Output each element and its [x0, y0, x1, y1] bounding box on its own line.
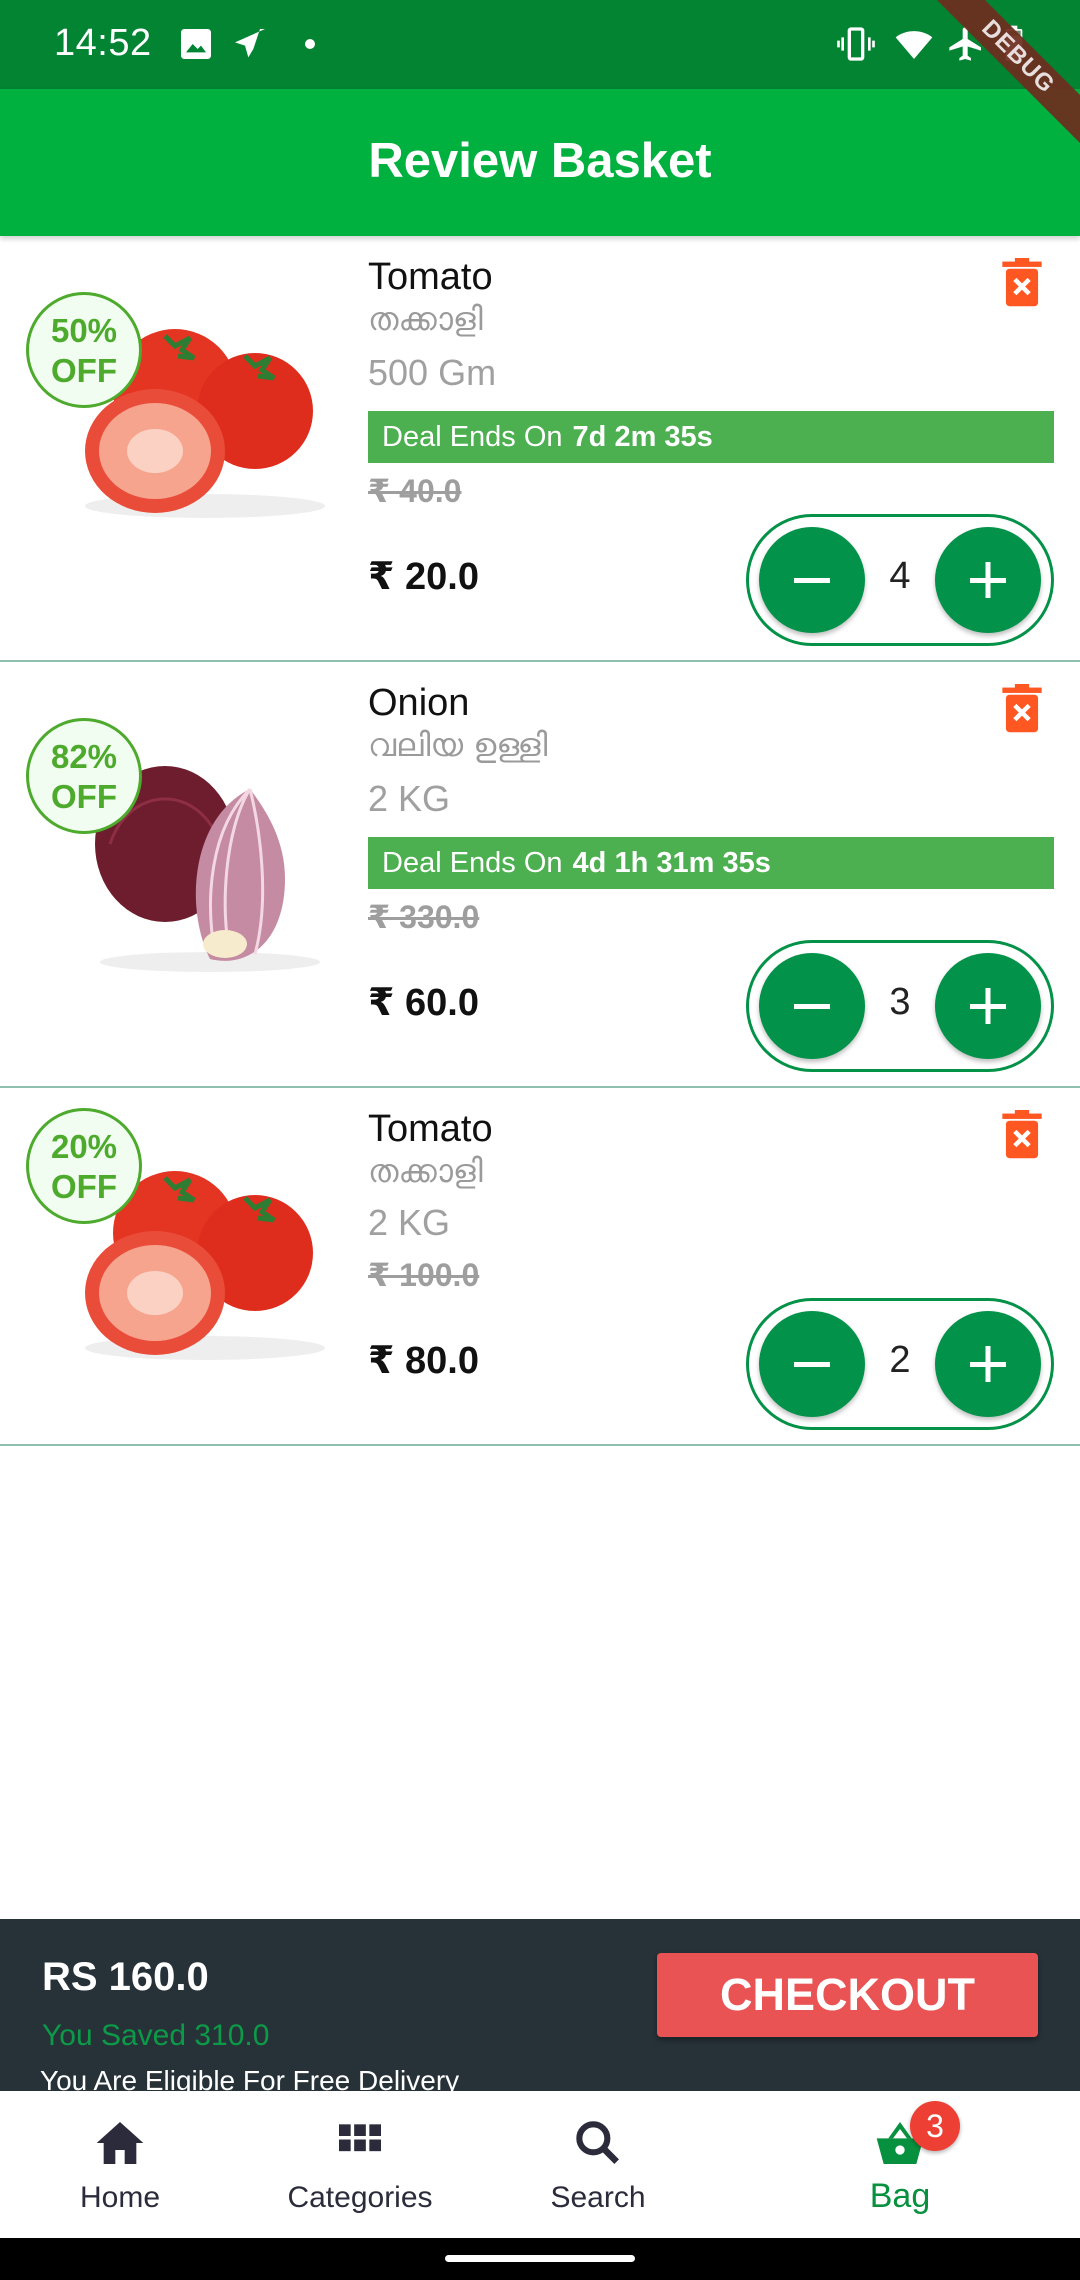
telegram-icon: [235, 29, 265, 58]
item-unit: 500 Gm: [368, 352, 497, 393]
nav-label: Categories: [287, 2181, 433, 2214]
increase-button[interactable]: [935, 527, 1041, 633]
nav-item-categories[interactable]: Categories: [270, 2091, 450, 2238]
deal-timer: Deal Ends On 7d 2m 35s: [368, 411, 1054, 463]
discount-badge: 82% OFF: [26, 718, 142, 834]
increase-button[interactable]: [935, 953, 1041, 1059]
total-amount: RS 160.0: [42, 1955, 209, 1999]
nav-label: Search: [550, 2181, 646, 2214]
item-name: Onion: [368, 682, 470, 724]
order-summary: RS 160.0 You Saved 310.0 You Are Eligibl…: [0, 1919, 1080, 2096]
original-price: ₹ 100.0: [368, 1257, 480, 1293]
search-icon: [576, 2121, 619, 2164]
savings-text: You Saved 310.0: [42, 2019, 270, 2052]
quantity-stepper: 4: [746, 514, 1054, 646]
increase-button[interactable]: [935, 1311, 1041, 1417]
nav-item-bag[interactable]: Bag 3: [840, 2091, 960, 2238]
wifi-icon: [895, 31, 933, 59]
item-local-name: തക്കാളി: [368, 1152, 483, 1190]
cart-count-badge: 3: [910, 2101, 960, 2151]
item-unit: 2 KG: [368, 1202, 451, 1243]
image-icon: [181, 29, 211, 59]
item-price: ₹ 60.0: [368, 982, 479, 1024]
item-local-name: തക്കാളി: [368, 300, 483, 338]
system-navigation-bar: [0, 2238, 1080, 2280]
cart-item: 82% OFF Onion വലിയ ഉള്ളി 2 KG Deal Ends …: [0, 662, 1080, 1088]
delete-icon[interactable]: [1000, 684, 1044, 734]
discount-badge: 20% OFF: [26, 1108, 142, 1224]
nav-item-home[interactable]: Home: [60, 2091, 180, 2238]
delete-icon[interactable]: [1000, 1110, 1044, 1160]
item-unit: 2 KG: [368, 778, 451, 819]
plus-icon: [970, 562, 1006, 598]
item-name: Tomato: [368, 1108, 493, 1150]
app-bar: Review Basket: [0, 89, 1080, 236]
cart-item: 20% OFF Tomato തക്കാളി 2 KG ₹ 100.0 ₹ 80…: [0, 1088, 1080, 1446]
plus-icon: [970, 1346, 1006, 1382]
vibrate-icon: [837, 27, 875, 61]
item-price: ₹ 20.0: [368, 556, 479, 598]
quantity-stepper: 2: [746, 1298, 1054, 1430]
original-price: ₹ 40.0: [368, 473, 462, 509]
nav-label: Home: [79, 2181, 161, 2214]
page-title: Review Basket: [368, 134, 712, 188]
battery-icon: [1005, 25, 1023, 61]
discount-badge: 50% OFF: [26, 292, 142, 408]
item-local-name: വലിയ ഉള്ളി: [368, 726, 548, 764]
item-price: ₹ 80.0: [368, 1340, 479, 1382]
home-icon: [96, 2122, 144, 2164]
checkout-button[interactable]: CHECKOUT: [657, 1953, 1038, 2037]
quantity-stepper: 3: [746, 940, 1054, 1072]
delete-icon[interactable]: [1000, 258, 1044, 308]
item-name: Tomato: [368, 256, 493, 298]
home-gesture-handle[interactable]: [445, 2255, 635, 2262]
deal-timer: Deal Ends On 4d 1h 31m 35s: [368, 837, 1054, 889]
nav-item-search[interactable]: Search: [538, 2091, 658, 2238]
plus-icon: [970, 988, 1006, 1024]
status-bar: 14:52: [0, 0, 1080, 89]
nav-label: Bag: [869, 2177, 931, 2215]
status-time: 14:52: [54, 22, 152, 64]
bottom-nav: Home Categories Search Bag 3: [0, 2091, 1080, 2238]
dot-icon: [305, 39, 315, 49]
original-price: ₹ 330.0: [368, 899, 480, 935]
cart-item: 50% OFF Tomato തക്കാളി 500 Gm Deal Ends …: [0, 236, 1080, 662]
airplane-icon: [949, 27, 981, 61]
grid-icon: [339, 2124, 381, 2152]
cart-list: 50% OFF Tomato തക്കാളി 500 Gm Deal Ends …: [0, 236, 1080, 1446]
